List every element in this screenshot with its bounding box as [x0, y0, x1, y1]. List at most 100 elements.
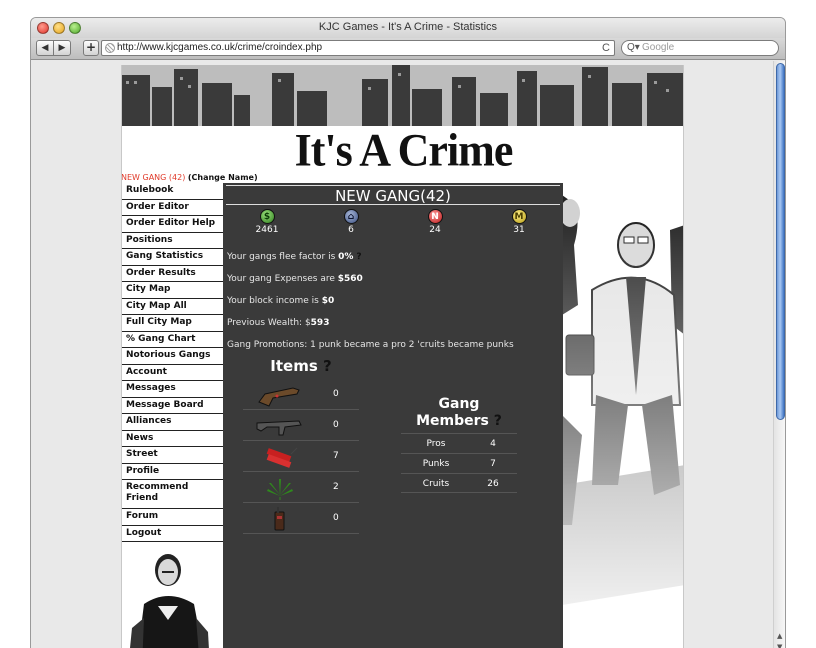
- reload-icon[interactable]: C: [602, 41, 610, 55]
- items-help-icon[interactable]: ?: [323, 357, 332, 375]
- member-value: 7: [490, 459, 496, 469]
- expenses-value: $560: [337, 274, 363, 284]
- member-row-cruits: Cruits 26: [401, 473, 517, 493]
- item-row: 0: [243, 411, 359, 441]
- skyline-banner: [122, 65, 683, 126]
- income-value: $0: [321, 296, 335, 306]
- member-label: Cruits: [422, 479, 450, 489]
- back-button[interactable]: ◀: [36, 40, 54, 56]
- sidebar-item-street[interactable]: Street: [122, 447, 223, 464]
- browser-window: KJC Games - It's A Crime - Statistics ◀ …: [30, 17, 786, 648]
- site-favicon-icon: [105, 43, 115, 53]
- sidebar-item-messages[interactable]: Messages: [122, 381, 223, 398]
- sidebar-item-gang-statistics[interactable]: Gang Statistics: [122, 249, 223, 266]
- muscle-icon: M: [511, 209, 527, 224]
- expenses-line: Your gang Expenses are $560: [227, 274, 363, 284]
- sidebar-item-gang-chart[interactable]: % Gang Chart: [122, 331, 223, 348]
- scroll-up-arrow-icon[interactable]: ▲: [777, 632, 782, 640]
- sidebar-menu: Rulebook Order Editor Order Editor Help …: [122, 183, 223, 542]
- member-row-punks: Punks 7: [401, 453, 517, 473]
- wealth-value: 593: [310, 318, 330, 328]
- search-field[interactable]: Q▾ Google: [621, 40, 779, 56]
- member-value: 4: [490, 439, 496, 449]
- gangster-illustration: [122, 548, 223, 648]
- item-row: 2: [243, 473, 359, 503]
- dynamite-icon: [266, 447, 298, 468]
- browser-toolbar: ◀ ▶ + http://www.kjcgames.co.uk/crime/cr…: [31, 38, 785, 60]
- sidebar-item-profile[interactable]: Profile: [122, 463, 223, 480]
- member-label: Pros: [426, 439, 446, 449]
- stat-cash-value: 2461: [255, 225, 279, 235]
- stat-notoriety-value: 24: [429, 225, 441, 235]
- gang-members-heading: Gang Members ?: [401, 396, 517, 430]
- sidebar-item-rulebook[interactable]: Rulebook: [122, 183, 223, 200]
- change-name-link[interactable]: (Change Name): [188, 173, 258, 182]
- promotions-line: Gang Promotions: 1 punk became a pro 2 '…: [227, 340, 514, 350]
- scrollbar-thumb[interactable]: [776, 63, 785, 420]
- members-help-icon[interactable]: ?: [494, 413, 502, 429]
- stat-turf: ⌂ 6: [321, 209, 381, 235]
- scroll-down-arrow-icon[interactable]: ▼: [777, 643, 782, 648]
- stat-muscle: M 31: [489, 209, 549, 235]
- item-row: 7: [243, 442, 359, 472]
- member-value: 26: [487, 479, 499, 489]
- search-placeholder: Google: [642, 42, 675, 53]
- income-label: Your block income is: [227, 296, 322, 306]
- stat-cash: $ 2461: [237, 209, 297, 235]
- address-bar[interactable]: http://www.kjcgames.co.uk/crime/croindex…: [101, 40, 615, 56]
- flee-help-icon[interactable]: ?: [356, 252, 361, 262]
- sidebar-item-positions[interactable]: Positions: [122, 232, 223, 249]
- title-bar: KJC Games - It's A Crime - Statistics: [31, 18, 785, 38]
- flee-factor-line: Your gangs flee factor is 0% ?: [227, 252, 362, 262]
- pistol-icon: [258, 387, 300, 407]
- item-row: 0: [243, 380, 359, 410]
- sidebar-item-notorious-gangs[interactable]: Notorious Gangs: [122, 348, 223, 365]
- sidebar-item-account[interactable]: Account: [122, 364, 223, 381]
- sidebar-item-forum[interactable]: Forum: [122, 509, 223, 526]
- sidebar-item-city-map[interactable]: City Map: [122, 282, 223, 299]
- sidebar-item-news[interactable]: News: [122, 430, 223, 447]
- member-row-pros: Pros 4: [401, 433, 517, 453]
- flee-factor-value: 0%: [338, 252, 354, 262]
- expenses-label: Your gang Expenses are: [227, 274, 338, 284]
- item-count: 2: [333, 482, 339, 492]
- item-count: 0: [333, 389, 339, 399]
- sidebar-item-message-board[interactable]: Message Board: [122, 397, 223, 414]
- statistics-panel: NEW GANG(42) $ 2461 ⌂ 6 N 24 M 31 Your g…: [223, 183, 563, 648]
- stat-muscle-value: 31: [513, 225, 525, 235]
- items-heading: Items ?: [243, 357, 359, 375]
- sidebar-item-logout[interactable]: Logout: [122, 525, 223, 542]
- flee-factor-label: Your gangs flee factor is: [227, 252, 339, 262]
- sidebar-item-city-map-all[interactable]: City Map All: [122, 298, 223, 315]
- sidebar-item-full-city-map[interactable]: Full City Map: [122, 315, 223, 332]
- window-title: KJC Games - It's A Crime - Statistics: [318, 21, 498, 33]
- sidebar-item-recommend-friend[interactable]: Recommend Friend: [122, 480, 223, 509]
- sidebar-item-alliances[interactable]: Alliances: [122, 414, 223, 431]
- cash-icon: $: [259, 209, 275, 224]
- site-title: It's A Crime: [294, 124, 514, 177]
- items-title: Items: [270, 357, 318, 375]
- stat-notoriety: N 24: [405, 209, 465, 235]
- sidebar-item-order-editor-help[interactable]: Order Editor Help: [122, 216, 223, 233]
- item-count: 7: [333, 451, 339, 461]
- add-bookmark-button[interactable]: +: [83, 40, 99, 56]
- item-count: 0: [333, 513, 339, 523]
- income-line: Your block income is $0: [227, 296, 334, 306]
- sidebar-item-order-editor[interactable]: Order Editor: [122, 199, 223, 216]
- address-url: http://www.kjcgames.co.uk/crime/croindex…: [117, 42, 323, 53]
- turf-icon: ⌂: [343, 209, 359, 224]
- walkie-talkie-icon: [274, 507, 285, 531]
- members-title-line1: Gang: [438, 396, 480, 412]
- wealth-line: Previous Wealth: $593: [227, 318, 329, 328]
- item-row: 0: [243, 504, 359, 534]
- members-title-line2: Members: [416, 413, 489, 429]
- vertical-scrollbar[interactable]: ▲ ▼: [773, 61, 785, 648]
- sidebar-item-order-results[interactable]: Order Results: [122, 265, 223, 282]
- gang-name-line: NEW GANG (42) (Change Name): [122, 173, 258, 182]
- marijuana-leaf-icon: [267, 479, 293, 500]
- stat-turf-value: 6: [348, 225, 354, 235]
- notoriety-icon: N: [427, 209, 443, 224]
- search-icon: Q▾: [627, 42, 640, 53]
- page-viewport: It's A Crime NEW GANG (42) (Change Name)…: [31, 61, 773, 648]
- forward-button[interactable]: ▶: [53, 40, 71, 56]
